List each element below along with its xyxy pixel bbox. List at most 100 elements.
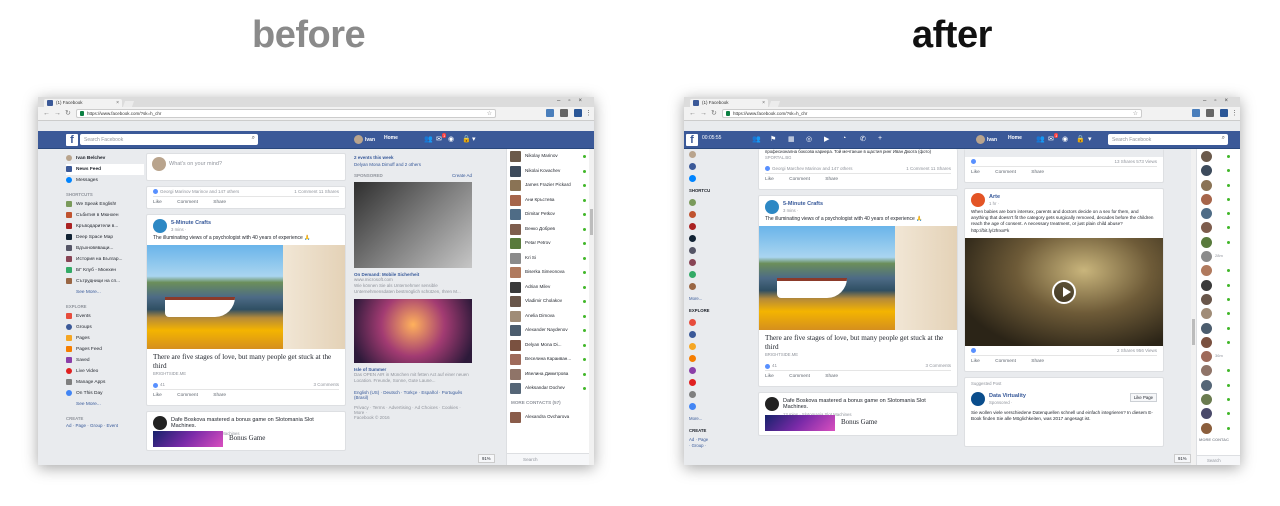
explore-item-saved[interactable]: Saved [66,355,144,366]
chat-contact[interactable] [1197,149,1240,163]
chat-contact[interactable] [1197,220,1240,234]
menu-icon[interactable]: ⋮ [1231,109,1239,117]
post-stats[interactable]: 13 Shares 573 Views [1115,157,1157,167]
explore-item-manage-apps[interactable]: Manage Apps [66,377,144,388]
explore-icon-item[interactable] [684,341,710,353]
window-controls[interactable]: –▫× [1203,98,1236,104]
like-page-button[interactable]: Like Page [1129,392,1157,402]
arte-logo-icon[interactable] [971,193,985,207]
post-time[interactable]: 1 hr · [989,201,999,206]
pages-icon[interactable]: ⚑ [770,135,776,143]
chat-contact[interactable]: Alexander Naydenov [507,323,590,338]
chat-contact[interactable] [1197,192,1240,206]
page-avatar[interactable] [765,200,779,214]
window-controls[interactable]: –▫× [557,98,590,104]
shortcut-item[interactable]: История на Българ... [66,254,144,265]
ad-image[interactable] [354,182,472,268]
chat-contact[interactable] [1197,421,1240,435]
post-video[interactable] [965,237,1163,346]
game-preview[interactable]: Bonus Game [765,415,951,432]
video-icon[interactable]: ▶ [824,135,829,143]
scrollbar[interactable] [589,149,594,465]
chat-search[interactable]: Search [1197,455,1240,465]
messages-icon[interactable]: ✉ [436,135,442,143]
reactions-summary[interactable]: 41 3 Comments [153,380,339,391]
shortcut-icon-item[interactable] [684,257,710,269]
zoom-indicator[interactable]: 91% [478,454,495,463]
chat-contact[interactable]: 36m [1197,349,1240,363]
reactions-summary[interactable]: 13 Shares 573 Views [971,157,1157,167]
explore-icon-item[interactable] [684,317,710,329]
post-actions[interactable]: Like Comment Share [765,371,951,382]
post-stats[interactable]: 1 Comment 11 Shares [906,164,951,174]
nav-icon-item[interactable] [684,161,710,173]
chat-contact[interactable] [1197,278,1240,292]
chat-contact[interactable] [1197,178,1240,192]
shortcut-item[interactable]: Сътрудници на сп... [66,276,144,287]
chat-contact[interactable] [1197,392,1240,406]
see-more-link[interactable]: See More... [66,399,144,410]
chat-contact[interactable]: Kri Si [507,251,590,266]
chat-contact[interactable]: Dimitar Petkov [507,207,590,222]
post-actions[interactable]: Like Comment Share [971,167,1157,178]
search-icon[interactable]: ⌕ [252,135,255,142]
explore-item-on-this-day[interactable]: On This Day [66,388,144,399]
menu-icon[interactable]: ⋮ [585,109,593,117]
profile-link[interactable]: Ivan [354,135,375,144]
shortcut-item[interactable]: Deep Space Map [66,232,144,243]
account-menu-icon[interactable]: ▾ [1088,135,1092,143]
explore-item-groups[interactable]: Groups [66,322,144,333]
friend-requests-icon[interactable]: 👥 [424,135,433,143]
chat-contact[interactable]: Aleksandar Dochev [507,381,590,396]
reactions-summary[interactable]: 41 3 Comments [765,361,951,372]
chat-contact[interactable] [1197,335,1240,349]
messages-icon[interactable]: ✉ [1048,135,1054,143]
chat-contact[interactable]: 28m [1197,249,1240,263]
scrollbar-thumb[interactable] [590,209,593,235]
profile-link[interactable]: Ivan [976,135,997,144]
whatsapp-icon[interactable]: ✆ [860,135,866,143]
chat-contact[interactable] [1197,406,1240,420]
explore-item-events[interactable]: Events [66,311,144,322]
search-icon[interactable]: ⌕ [1222,135,1225,142]
browser-tab[interactable]: (1) Facebook × [690,99,768,107]
nav-item-messages[interactable]: Messages [66,175,144,186]
nav-icon-item[interactable] [684,149,710,161]
reactions-summary[interactable]: 2 Shares 956 Views [971,346,1157,356]
chat-contact[interactable]: Alexandra Ovcharova [507,410,590,425]
shortcut-icon-item[interactable] [684,233,710,245]
notifications-icon[interactable]: ◉ [448,135,454,143]
create-links[interactable]: Ad · Page · Group · Event [66,423,144,428]
privacy-icon[interactable]: 🔒 [462,135,471,143]
chat-contact[interactable]: Венко Добрев [507,222,590,237]
friend-requests-icon[interactable]: 👥 [1036,135,1045,143]
ad-image[interactable] [354,299,472,363]
url-field[interactable]: https://www.facebook.com/?sk=h_chr ☆ [76,109,496,118]
chat-contact[interactable] [1197,363,1240,377]
home-link[interactable]: Home [1008,135,1022,141]
explore-item-pages[interactable]: Pages [66,333,144,344]
search-input[interactable]: Search Facebook ⌕ [80,134,258,145]
explore-item-live-video[interactable]: Live Video [66,366,144,377]
add-icon[interactable]: + [878,135,882,142]
language-links[interactable]: English (US) · Deutsch · Türkçe · Españo… [354,390,472,400]
nav-item-news-feed[interactable]: News Feed [66,164,144,175]
extension-icon[interactable] [1192,109,1200,117]
shortcut-item[interactable]: Кръводарители в... [66,221,144,232]
post-stats[interactable]: 1 Comment 11 Shares [294,187,339,197]
more-link[interactable]: More... [684,413,710,425]
nav-arrows-icon[interactable]: ←→↻ [43,109,75,117]
explore-icon-item[interactable] [684,377,710,389]
explore-icon-item[interactable] [684,329,710,341]
extension-icon[interactable] [560,109,568,117]
comment-count[interactable]: 3 Comments [925,361,951,371]
reactions-summary[interactable]: Georgi Marinov Marinov and 147 others 1 C… [153,187,339,197]
comment-count[interactable]: 3 Comments [313,380,339,390]
post-image[interactable] [759,226,957,330]
more-link[interactable]: More... [684,293,710,305]
link-headline[interactable]: There are five stages of love, but many … [765,330,951,352]
chat-contact[interactable]: Vladimir Cholakov [507,294,590,309]
chat-contact[interactable]: Delyan Mona Di... [507,338,590,353]
page-name[interactable]: Arte [989,194,1000,200]
shortcut-icon-item[interactable] [684,221,710,233]
